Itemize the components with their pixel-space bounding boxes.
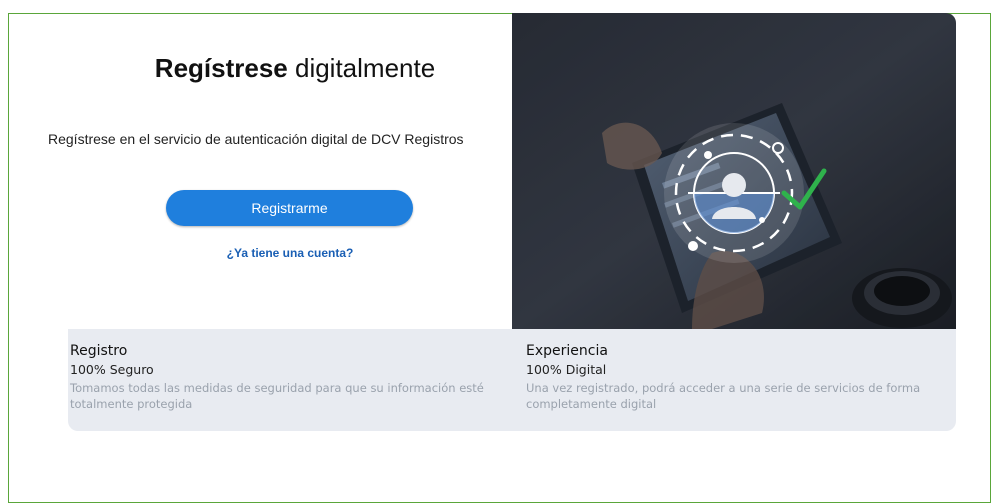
feature-subtitle: 100% Seguro <box>70 362 154 377</box>
feature-description: Una vez registrado, podrá acceder a una … <box>526 381 921 411</box>
registration-card: Regístrese digitalmente Regístrese en el… <box>48 13 956 431</box>
title-bold: Regístrese <box>154 53 288 83</box>
register-button[interactable]: Registrarme <box>166 190 413 226</box>
page-subtitle: Regístrese en el servicio de autenticaci… <box>48 131 464 147</box>
title-rest: digitalmente <box>287 53 436 83</box>
feature-experience: Experiencia 100% Digital Una vez registr… <box>526 343 956 412</box>
coffee-cup-graphic <box>852 268 952 328</box>
features-panel: Registro 100% Seguro Tomamos todas las m… <box>68 329 956 431</box>
feature-description: Tomamos todas las medidas de seguridad p… <box>70 381 484 411</box>
feature-subtitle: 100% Digital <box>526 362 607 377</box>
login-link[interactable]: ¿Ya tiene una cuenta? <box>68 246 512 260</box>
feature-title: Registro <box>70 343 128 359</box>
hero-image <box>512 13 956 329</box>
page-title: Regístrese digitalmente <box>68 53 522 84</box>
feature-title: Experiencia <box>526 343 608 359</box>
feature-security: Registro 100% Seguro Tomamos todas las m… <box>70 343 500 412</box>
registration-panel: Regístrese digitalmente Regístrese en el… <box>48 13 512 328</box>
